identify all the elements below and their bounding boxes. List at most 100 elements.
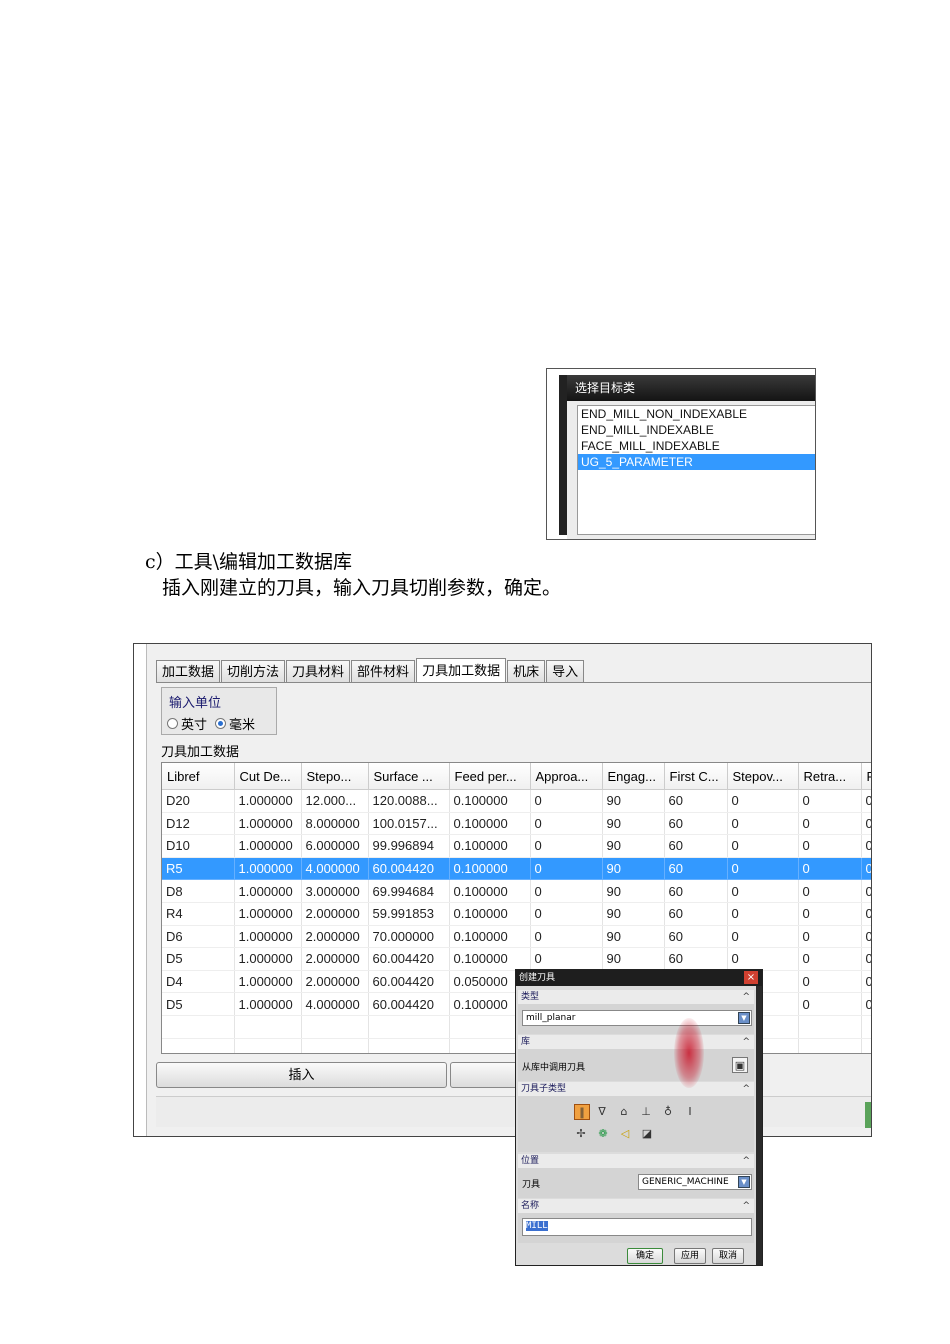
column-header[interactable]: Feed per... [449, 763, 531, 790]
close-icon[interactable]: × [744, 971, 758, 984]
table-cell: 0 [798, 834, 862, 858]
library-section-label: 库 [521, 1037, 531, 1047]
ok-button[interactable]: 确定 [627, 1248, 663, 1264]
list-item[interactable]: UG_5_PARAMETER [578, 454, 815, 470]
column-header[interactable]: Approa... [530, 763, 603, 790]
table-row[interactable]: R4 1.000000 2.000000 59.991853 0.100000 0 90 60… [162, 902, 871, 926]
tab-3[interactable]: 部件材料 [351, 660, 416, 683]
type-value: mill_planar [526, 1013, 576, 1023]
table-cell: 0 [861, 812, 871, 836]
table-cell: 0 [861, 857, 871, 881]
table-row[interactable]: D5 1.000000 2.000000 60.004420 0.100000 0 90 60… [162, 947, 871, 971]
library-section-body: 从库中调用刀具 ▣ [518, 1049, 754, 1081]
table-cell: D20 [162, 789, 235, 813]
column-header[interactable]: Stepov... [727, 763, 799, 790]
subtype-section-header[interactable]: 刀具子类型 ^ [518, 1082, 754, 1096]
column-header[interactable]: Retra... [798, 763, 862, 790]
table-cell: 90 [602, 812, 665, 836]
column-header[interactable]: Stepo... [301, 763, 369, 790]
table-cell: 3.000000 [301, 879, 369, 903]
name-section-header[interactable]: 名称 ^ [518, 1199, 754, 1213]
window-edge [756, 986, 762, 1265]
column-header[interactable]: Libref [162, 763, 235, 790]
table-row[interactable]: R5 1.000000 4.000000 60.004420 0.100000 0 90 60… [162, 857, 871, 881]
chevron-down-icon[interactable]: ▼ [738, 1012, 750, 1024]
table-cell: 1.000000 [234, 789, 302, 813]
subtype-section-label: 刀具子类型 [521, 1084, 567, 1094]
column-header[interactable]: Surface ... [368, 763, 450, 790]
radio-mm[interactable] [215, 718, 227, 729]
chamfer-mill-icon[interactable]: ⌂ [617, 1104, 631, 1118]
tab-2[interactable]: 刀具材料 [286, 660, 351, 683]
column-header[interactable]: Cut De... [234, 763, 302, 790]
table-cell: 60 [664, 834, 728, 858]
turret-icon[interactable]: ❁ [596, 1126, 610, 1140]
tab-6[interactable]: 导入 [546, 660, 585, 683]
window-edge [559, 375, 567, 535]
table-cell: 0 [727, 879, 799, 903]
ball-mill-icon[interactable]: ∇ [595, 1104, 609, 1118]
cancel-button[interactable]: 取消 [712, 1248, 744, 1264]
ok-button-edge[interactable] [865, 1102, 871, 1128]
table-cell: 99.996894 [368, 834, 450, 858]
table-row[interactable]: D6 1.000000 2.000000 70.000000 0.100000 0 90 60… [162, 925, 871, 949]
insert-button[interactable]: 插入 [156, 1062, 447, 1088]
table-cell: 0.100000 [449, 947, 531, 971]
holder-icon[interactable]: ◪ [640, 1126, 654, 1140]
library-section-header[interactable]: 库 ^ [518, 1035, 754, 1049]
location-section-header[interactable]: 位置 ^ [518, 1154, 754, 1168]
end-mill-icon[interactable]: ∥ [574, 1104, 590, 1120]
column-header[interactable]: Engag... [602, 763, 665, 790]
table-cell: 0 [861, 947, 871, 971]
tab-1[interactable]: 切削方法 [221, 660, 286, 683]
table-cell: 1.000000 [234, 970, 302, 994]
table-row[interactable]: D20 1.000000 12.000... 120.0088... 0.100000 0… [162, 789, 871, 813]
type-dropdown[interactable]: mill_planar ▼ [522, 1010, 752, 1026]
tab-5[interactable]: 机床 [507, 660, 546, 683]
probe-icon[interactable]: ◁ [618, 1126, 632, 1140]
table-cell: 90 [602, 834, 665, 858]
tool-data-label: 刀具加工数据 [161, 744, 240, 759]
barrel-cutter-icon[interactable]: ♁ [661, 1104, 675, 1118]
table-cell: 60 [664, 857, 728, 881]
list-item[interactable]: END_MILL_INDEXABLE [578, 422, 815, 438]
table-cell: 1.000000 [234, 992, 302, 1016]
chevron-up-icon: ^ [742, 992, 750, 1002]
chevron-up-icon: ^ [742, 1084, 750, 1094]
table-row[interactable]: D8 1.000000 3.000000 69.994684 0.100000 0 90 60… [162, 879, 871, 903]
target-class-list[interactable]: END_MILL_NON_INDEXABLE END_MILL_INDEXABLE… [577, 405, 815, 535]
column-header[interactable]: R [861, 763, 871, 790]
table-cell: 0 [530, 925, 603, 949]
name-section-label: 名称 [521, 1201, 540, 1211]
table-cell: 120.0088... [368, 789, 450, 813]
table-cell: 0 [861, 789, 871, 813]
table-row[interactable]: D12 1.000000 8.000000 100.0157... 0.100000 0 9… [162, 812, 871, 836]
t-cutter-icon[interactable]: ⊥ [639, 1104, 653, 1118]
table-cell: 0 [530, 789, 603, 813]
list-item[interactable]: FACE_MILL_INDEXABLE [578, 438, 815, 454]
table-cell: 0.100000 [449, 834, 531, 858]
table-cell: 1.000000 [234, 812, 302, 836]
table-cell: 0 [727, 789, 799, 813]
name-input[interactable]: MILL [522, 1218, 752, 1236]
table-cell: 60 [664, 812, 728, 836]
table-cell: 90 [602, 902, 665, 926]
apply-button[interactable]: 应用 [674, 1248, 706, 1264]
table-cell: R5 [162, 857, 235, 881]
chevron-down-icon[interactable]: ▼ [738, 1176, 750, 1188]
table-cell: 100.0157... [368, 812, 450, 836]
tab-4[interactable]: 刀具加工数据 [416, 658, 507, 683]
empty-cell [368, 1015, 450, 1039]
table-row[interactable]: D10 1.000000 6.000000 99.996894 0.100000 0 90 6… [162, 834, 871, 858]
column-header[interactable]: First C... [664, 763, 728, 790]
radio-inch[interactable] [167, 718, 178, 729]
type-section-header[interactable]: 类型 ^ [518, 990, 754, 1004]
radio-inch-label: 英寸 [181, 717, 208, 732]
list-item[interactable]: END_MILL_NON_INDEXABLE [578, 406, 815, 422]
tool-dropdown[interactable]: GENERIC_MACHINE ▼ [638, 1174, 752, 1190]
table-header: Libref Cut De... Stepo... Surface ... Feed p… [162, 763, 871, 790]
thread-mill-icon[interactable]: Ⅰ [683, 1104, 697, 1118]
tab-0[interactable]: 加工数据 [156, 660, 221, 683]
library-retrieve-icon[interactable]: ▣ [732, 1057, 748, 1073]
drill-icon[interactable]: ✢ [574, 1126, 588, 1140]
